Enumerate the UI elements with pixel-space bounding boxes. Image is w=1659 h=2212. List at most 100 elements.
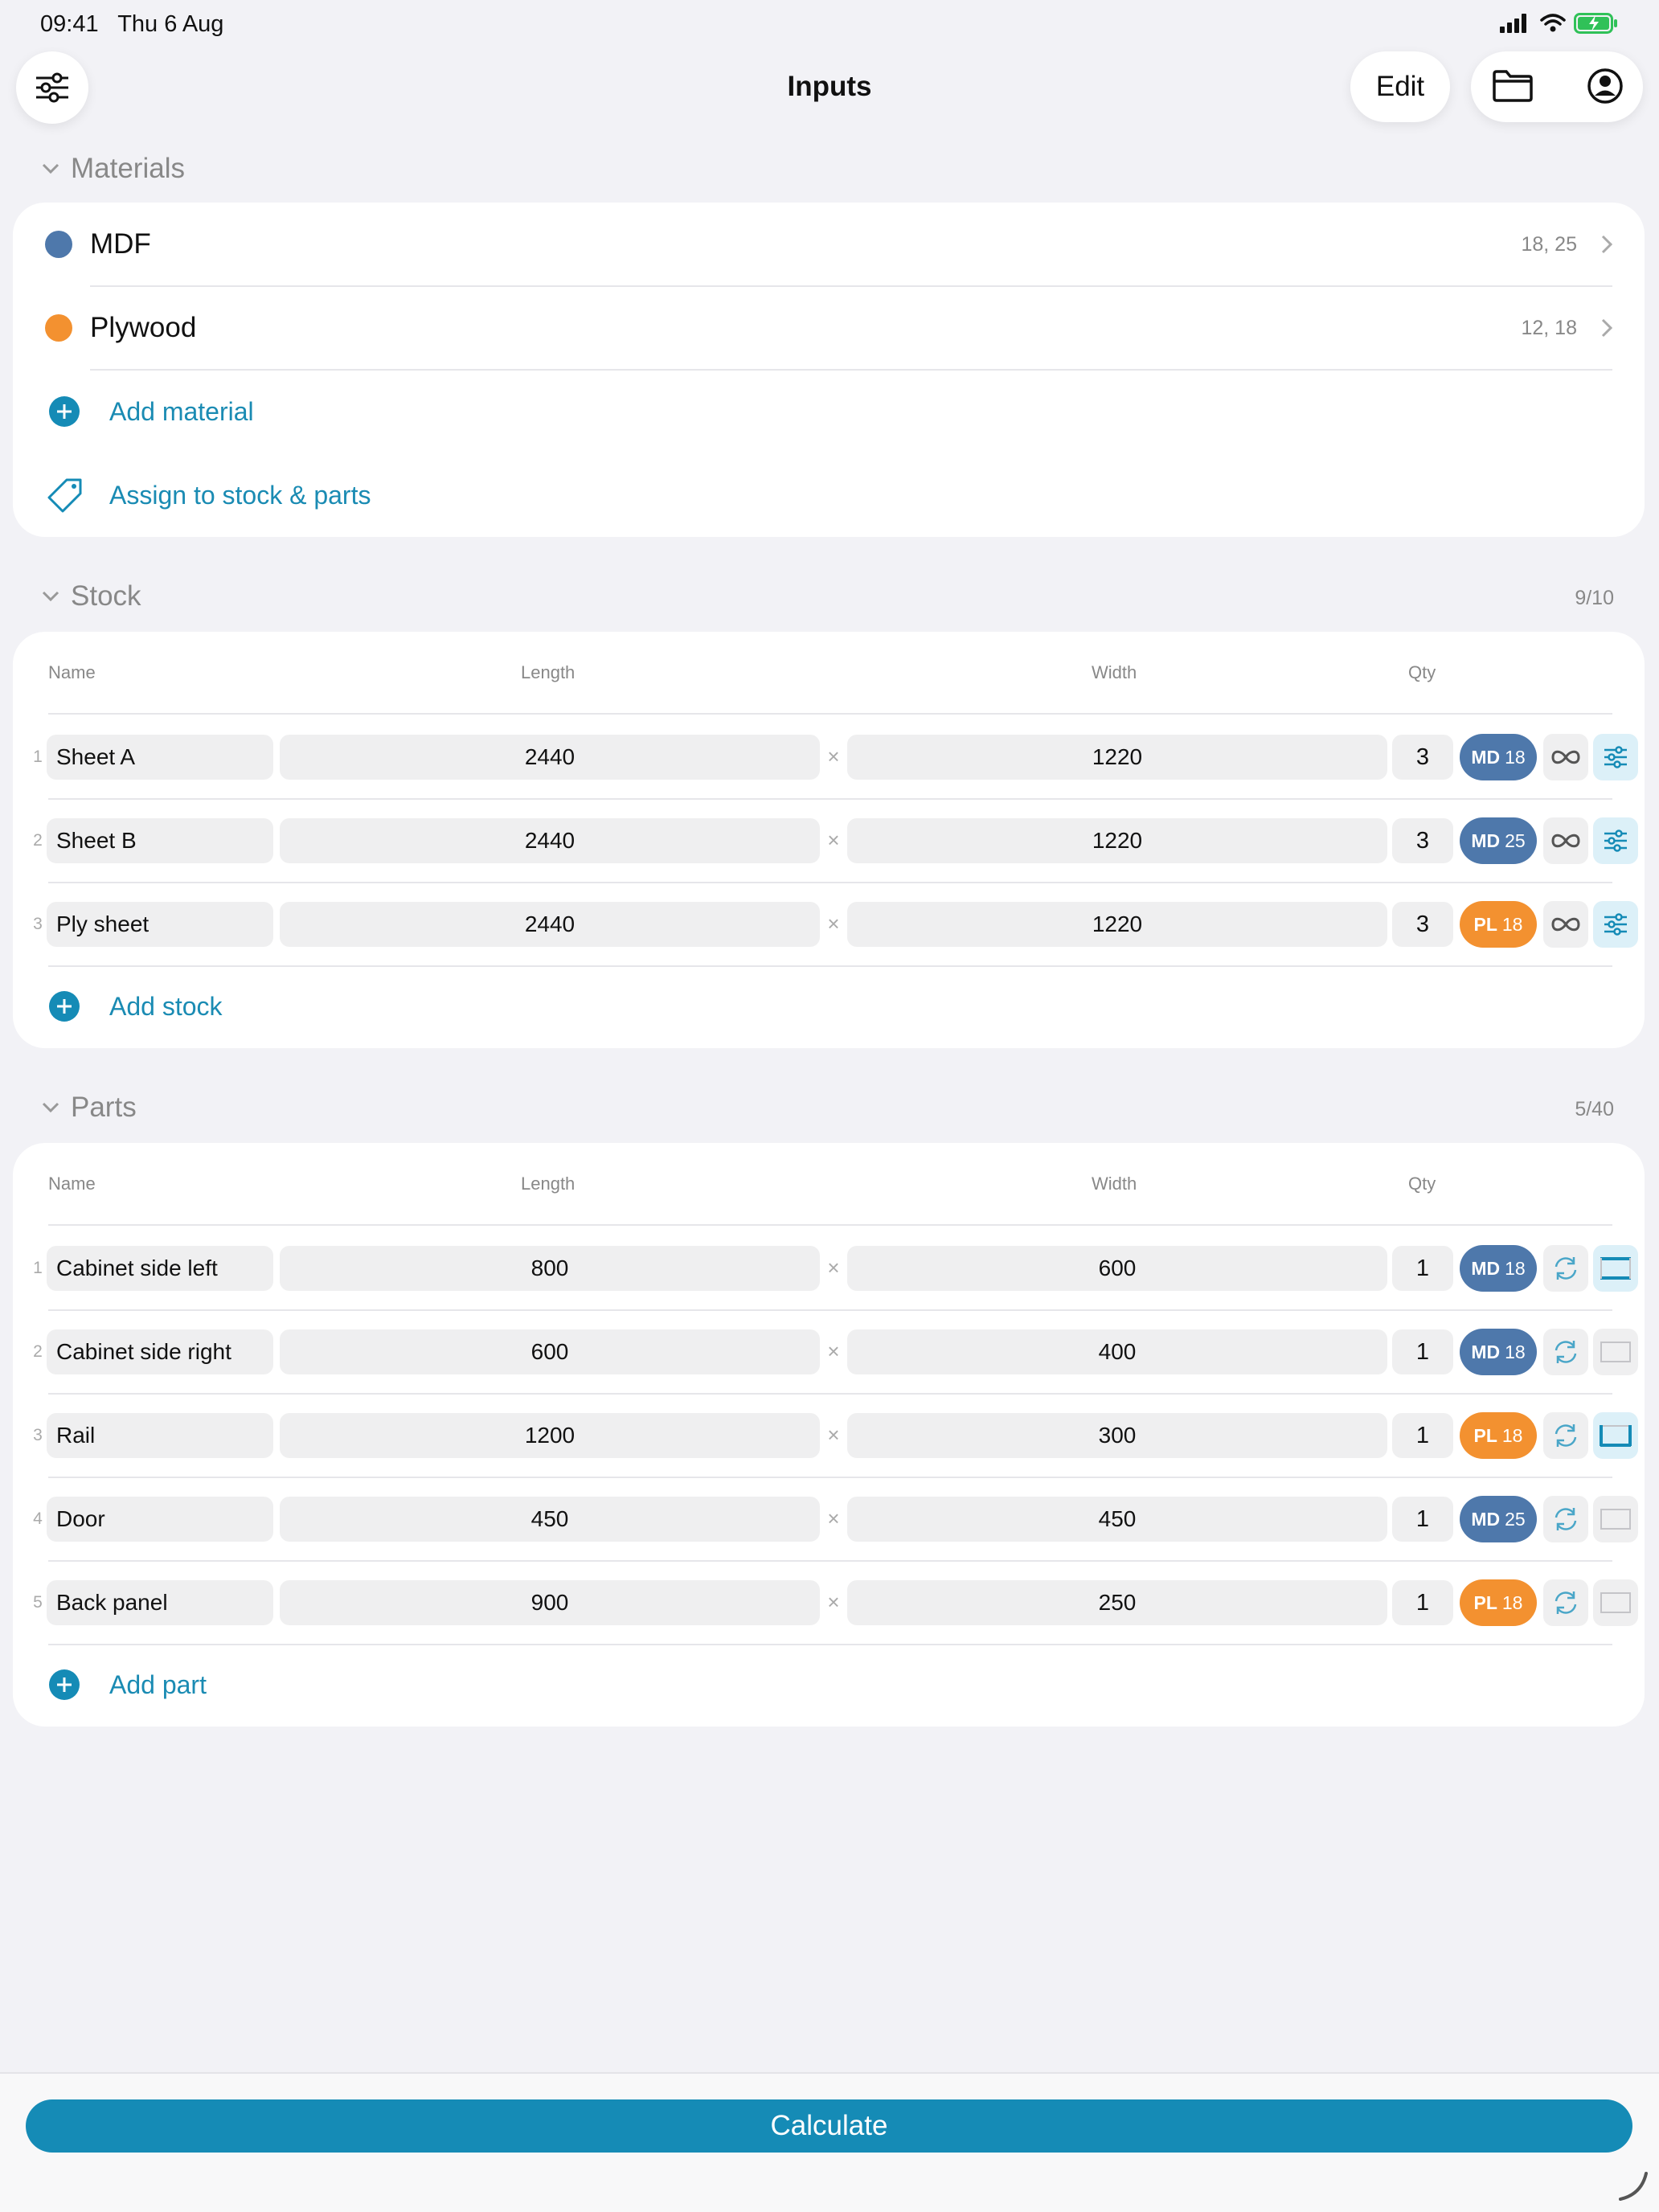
qty-input[interactable]: 3 bbox=[1392, 735, 1453, 780]
material-code: PL bbox=[1473, 1591, 1497, 1613]
rotate-icon bbox=[1555, 1508, 1577, 1530]
chevron-down-icon bbox=[42, 591, 59, 602]
edit-button[interactable]: Edit bbox=[1350, 51, 1450, 122]
length-input[interactable]: 2440 bbox=[280, 902, 820, 947]
width-input[interactable]: 300 bbox=[847, 1413, 1387, 1458]
name-input[interactable]: Sheet B bbox=[47, 818, 273, 863]
material-badge[interactable]: MD 18 bbox=[1460, 1329, 1537, 1375]
calculate-button[interactable]: Calculate bbox=[26, 2099, 1632, 2153]
length-input[interactable]: 600 bbox=[280, 1329, 820, 1374]
edge-banding-button[interactable] bbox=[1593, 1496, 1638, 1542]
col-length: Length bbox=[521, 1174, 576, 1194]
unlimited-toggle-button[interactable] bbox=[1543, 817, 1588, 864]
material-row-plywood[interactable]: Plywood 12, 18 bbox=[13, 286, 1645, 370]
length-input[interactable]: 2440 bbox=[280, 818, 820, 863]
rotate-button[interactable] bbox=[1543, 1579, 1588, 1626]
material-badge[interactable]: MD 25 bbox=[1460, 1496, 1537, 1542]
material-thickness: 18 bbox=[1505, 1341, 1526, 1362]
add-part-label: Add part bbox=[109, 1669, 207, 1699]
width-input[interactable]: 1220 bbox=[847, 902, 1387, 947]
qty-input[interactable]: 3 bbox=[1392, 902, 1453, 947]
material-thickness: 18 bbox=[1501, 1591, 1523, 1613]
qty-input[interactable]: 1 bbox=[1392, 1413, 1453, 1458]
edge-banding-button[interactable] bbox=[1593, 1329, 1638, 1375]
rotate-icon bbox=[1555, 1424, 1577, 1447]
parts-section-header[interactable]: Parts bbox=[42, 1092, 137, 1124]
parts-count: 5/40 bbox=[1575, 1098, 1614, 1120]
name-input[interactable]: Sheet A bbox=[47, 735, 273, 780]
account-button[interactable] bbox=[1587, 68, 1624, 109]
col-length: Length bbox=[521, 662, 576, 682]
material-badge[interactable]: PL 18 bbox=[1460, 901, 1537, 948]
table-row: 2 Cabinet side right 600 × 400 1 MD 18 bbox=[13, 1310, 1645, 1395]
edge-banding-icon bbox=[1600, 1425, 1632, 1447]
person-circle-icon bbox=[1587, 68, 1623, 104]
parts-card: Name Length Width Qty 1 Cabinet side left… bbox=[13, 1143, 1645, 1727]
add-stock-button[interactable]: Add stock bbox=[13, 965, 1645, 1048]
length-input[interactable]: 1200 bbox=[280, 1413, 820, 1458]
name-input[interactable]: Back panel bbox=[47, 1580, 273, 1625]
edge-banding-button[interactable] bbox=[1593, 1245, 1638, 1292]
width-input[interactable]: 1220 bbox=[847, 735, 1387, 780]
add-part-button[interactable]: Add part bbox=[13, 1643, 1645, 1727]
projects-button[interactable] bbox=[1492, 69, 1534, 107]
assign-button[interactable]: Assign to stock & parts bbox=[13, 453, 1645, 537]
stock-options-button[interactable] bbox=[1593, 734, 1638, 780]
material-badge[interactable]: MD 18 bbox=[1460, 734, 1537, 780]
qty-input[interactable]: 1 bbox=[1392, 1580, 1453, 1625]
stock-section-header[interactable]: Stock bbox=[42, 580, 141, 612]
length-input[interactable]: 900 bbox=[280, 1580, 820, 1625]
qty-input[interactable]: 1 bbox=[1392, 1329, 1453, 1374]
length-input[interactable]: 2440 bbox=[280, 735, 820, 780]
material-badge[interactable]: PL 18 bbox=[1460, 1412, 1537, 1459]
qty-input[interactable]: 3 bbox=[1392, 818, 1453, 863]
status-icons bbox=[1500, 13, 1619, 34]
name-input[interactable]: Cabinet side right bbox=[47, 1329, 273, 1374]
length-input[interactable]: 800 bbox=[280, 1246, 820, 1291]
plus-circle-icon bbox=[49, 396, 80, 427]
name-input[interactable]: Ply sheet bbox=[47, 902, 273, 947]
rotate-button[interactable] bbox=[1543, 1329, 1588, 1375]
edge-banding-icon bbox=[1600, 1342, 1631, 1362]
material-row-mdf[interactable]: MDF 18, 25 bbox=[13, 203, 1645, 286]
material-badge[interactable]: MD 18 bbox=[1460, 1245, 1537, 1292]
material-thickness: 18 bbox=[1501, 913, 1523, 935]
width-input[interactable]: 600 bbox=[847, 1246, 1387, 1291]
material-badge[interactable]: MD 25 bbox=[1460, 817, 1537, 864]
edge-banding-button[interactable] bbox=[1593, 1579, 1638, 1626]
stock-options-button[interactable] bbox=[1593, 901, 1638, 948]
name-input[interactable]: Rail bbox=[47, 1413, 273, 1458]
rotate-icon bbox=[1555, 1341, 1577, 1363]
rotate-icon bbox=[1555, 1591, 1577, 1614]
chevron-down-icon bbox=[42, 1102, 59, 1113]
width-input[interactable]: 1220 bbox=[847, 818, 1387, 863]
length-input[interactable]: 450 bbox=[280, 1497, 820, 1542]
material-code: MD bbox=[1471, 1341, 1501, 1362]
material-sizes: 12, 18 bbox=[1521, 316, 1577, 339]
stock-options-button[interactable] bbox=[1593, 817, 1638, 864]
rotate-button[interactable] bbox=[1543, 1412, 1588, 1459]
materials-section-header[interactable]: Materials bbox=[42, 153, 185, 185]
rotate-button[interactable] bbox=[1543, 1245, 1588, 1292]
width-input[interactable]: 250 bbox=[847, 1580, 1387, 1625]
material-thickness: 18 bbox=[1505, 746, 1526, 768]
wifi-icon bbox=[1540, 14, 1566, 32]
width-input[interactable]: 450 bbox=[847, 1497, 1387, 1542]
rotate-button[interactable] bbox=[1543, 1496, 1588, 1542]
name-input[interactable]: Cabinet side left bbox=[47, 1246, 273, 1291]
add-material-button[interactable]: Add material bbox=[13, 370, 1645, 453]
rotate-icon bbox=[1555, 1257, 1577, 1280]
edge-banding-button[interactable] bbox=[1593, 1412, 1638, 1459]
col-qty: Qty bbox=[1408, 1174, 1436, 1194]
material-thickness: 18 bbox=[1501, 1424, 1523, 1446]
width-input[interactable]: 400 bbox=[847, 1329, 1387, 1374]
infinity-icon bbox=[1551, 917, 1580, 932]
material-badge[interactable]: PL 18 bbox=[1460, 1579, 1537, 1626]
times-icon: × bbox=[827, 744, 840, 768]
material-name: Plywood bbox=[90, 312, 197, 343]
qty-input[interactable]: 1 bbox=[1392, 1497, 1453, 1542]
name-input[interactable]: Door bbox=[47, 1497, 273, 1542]
unlimited-toggle-button[interactable] bbox=[1543, 901, 1588, 948]
unlimited-toggle-button[interactable] bbox=[1543, 734, 1588, 780]
qty-input[interactable]: 1 bbox=[1392, 1246, 1453, 1291]
